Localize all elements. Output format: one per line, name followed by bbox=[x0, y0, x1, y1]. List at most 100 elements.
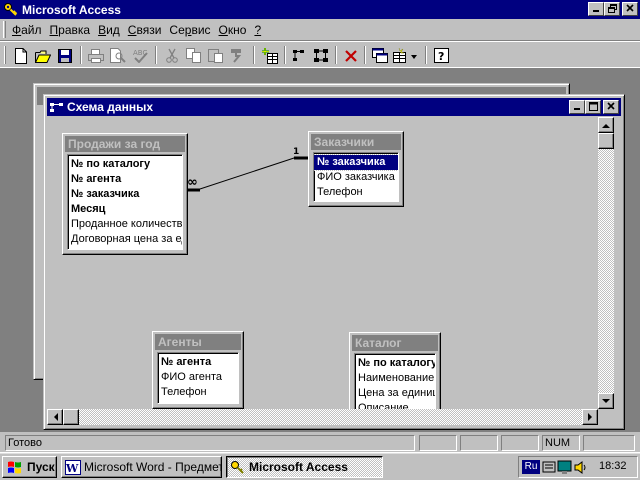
relationships-canvas[interactable]: ∞ 1 Продажи за год № по каталогу № агент… bbox=[47, 117, 603, 409]
field-item[interactable]: Договорная цена за единицу bbox=[68, 232, 182, 247]
menu-tools[interactable]: Сервис bbox=[169, 23, 210, 37]
rel-minimize-button[interactable] bbox=[569, 100, 585, 114]
table-title[interactable]: Заказчики bbox=[311, 134, 401, 150]
minimize-button[interactable] bbox=[588, 2, 604, 16]
field-list[interactable]: № по каталогу № агента № заказчика Месяц… bbox=[67, 154, 183, 250]
relationship-zakazchik[interactable] bbox=[186, 156, 308, 192]
format-painter-button[interactable] bbox=[228, 46, 248, 65]
scroll-up-button[interactable] bbox=[598, 117, 614, 133]
menu-edit[interactable]: Правка bbox=[50, 23, 91, 37]
field-item-selected[interactable]: № заказчика bbox=[314, 154, 398, 171]
close-button[interactable] bbox=[622, 2, 638, 16]
clock[interactable]: 18:32 bbox=[599, 460, 627, 472]
task-access[interactable]: Microsoft Access bbox=[226, 456, 383, 478]
field-item[interactable]: Цена за единицу bbox=[355, 386, 435, 401]
scroll-left-button[interactable] bbox=[47, 409, 63, 425]
horizontal-scroll-thumb[interactable] bbox=[63, 409, 79, 425]
size-grip[interactable] bbox=[598, 409, 614, 425]
menu-window[interactable]: Окно bbox=[219, 23, 247, 37]
show-table-button[interactable] bbox=[260, 46, 280, 65]
field-item[interactable]: Наименование изделия bbox=[355, 371, 435, 386]
rel-maximize-button[interactable] bbox=[585, 100, 601, 114]
arrow-left-icon bbox=[53, 413, 58, 421]
print-button[interactable] bbox=[86, 46, 106, 65]
field-item[interactable]: № агента bbox=[158, 355, 238, 370]
help-button[interactable]: ? bbox=[432, 46, 452, 65]
field-item[interactable]: Описание bbox=[355, 401, 435, 409]
table-title[interactable]: Агенты bbox=[155, 334, 241, 350]
scroll-right-button[interactable] bbox=[582, 409, 598, 425]
relationships-title-bar[interactable]: Схема данных bbox=[47, 98, 621, 116]
save-button[interactable] bbox=[55, 46, 75, 65]
delete-x-icon bbox=[345, 49, 357, 62]
field-item[interactable]: Телефон bbox=[158, 385, 238, 400]
copy-button[interactable] bbox=[184, 46, 204, 65]
save-disk-icon bbox=[58, 48, 72, 63]
app-title-bar[interactable]: Microsoft Access bbox=[0, 0, 640, 19]
database-window-button[interactable] bbox=[370, 46, 390, 65]
open-button[interactable] bbox=[33, 46, 53, 65]
access-key-icon bbox=[231, 460, 244, 474]
menu-file[interactable]: Файл bbox=[12, 23, 42, 37]
spelling-check-icon: ABC bbox=[133, 49, 148, 63]
svg-text:W: W bbox=[65, 462, 79, 475]
speaker-icon[interactable] bbox=[573, 460, 588, 475]
delete-button[interactable] bbox=[341, 46, 361, 65]
menubar-grip[interactable] bbox=[3, 21, 6, 38]
menu-help[interactable]: ? bbox=[254, 23, 261, 37]
status-text: Готово bbox=[5, 435, 415, 451]
menu-window-label: кно bbox=[227, 22, 247, 37]
show-all-relationships-button[interactable] bbox=[311, 46, 331, 65]
new-button[interactable] bbox=[11, 46, 31, 65]
vertical-scroll-thumb[interactable] bbox=[598, 133, 614, 149]
task-word[interactable]: W Microsoft Word - Предметная область bbox=[61, 456, 222, 478]
table-prodazhi[interactable]: Продажи за год № по каталогу № агента № … bbox=[62, 133, 188, 255]
language-indicator[interactable]: Ru bbox=[522, 460, 540, 474]
new-object-button[interactable] bbox=[392, 46, 420, 65]
num-lock-indicator: NUM bbox=[542, 435, 580, 451]
database-window-icon bbox=[372, 48, 388, 63]
table-katalog[interactable]: Каталог № по каталогу Наименование издел… bbox=[349, 332, 441, 409]
windows-logo-icon bbox=[8, 461, 21, 473]
cut-button[interactable] bbox=[162, 46, 182, 65]
menu-view[interactable]: Вид bbox=[98, 23, 120, 37]
field-item[interactable]: ФИО заказчика bbox=[314, 170, 398, 185]
field-item[interactable]: Проданное количество bbox=[68, 217, 182, 232]
close-icon bbox=[607, 102, 615, 110]
access-key-icon bbox=[4, 3, 18, 16]
rel-close-button[interactable] bbox=[603, 100, 619, 114]
field-list[interactable]: № по каталогу Наименование изделия Цена … bbox=[354, 353, 436, 409]
table-title[interactable]: Продажи за год bbox=[65, 136, 185, 152]
table-agenty[interactable]: Агенты № агента ФИО агента Телефон bbox=[152, 331, 244, 409]
word-icon: W bbox=[65, 459, 81, 475]
start-button[interactable]: Пуск bbox=[2, 456, 57, 478]
horizontal-scrollbar[interactable] bbox=[47, 409, 598, 425]
field-item[interactable]: № по каталогу bbox=[68, 157, 182, 172]
field-list[interactable]: № агента ФИО агента Телефон bbox=[157, 352, 239, 404]
toolbar-grip[interactable] bbox=[4, 46, 6, 64]
vertical-scrollbar[interactable] bbox=[598, 117, 614, 409]
field-item[interactable]: Телефон bbox=[314, 185, 398, 200]
table-zakazchiki[interactable]: Заказчики № заказчика ФИО заказчика Теле… bbox=[308, 131, 404, 207]
field-item[interactable]: Месяц bbox=[68, 202, 182, 217]
keyboard-layout-icon[interactable] bbox=[542, 460, 556, 475]
restore-button[interactable] bbox=[604, 2, 620, 16]
scroll-down-button[interactable] bbox=[598, 393, 614, 409]
paste-button[interactable] bbox=[206, 46, 226, 65]
print-preview-button[interactable] bbox=[108, 46, 128, 65]
field-item[interactable]: № по каталогу bbox=[355, 356, 435, 371]
show-direct-relationships-button[interactable] bbox=[289, 46, 309, 65]
field-item[interactable]: № заказчика bbox=[68, 187, 182, 202]
monitor-icon[interactable] bbox=[557, 460, 572, 475]
field-list[interactable]: № заказчика ФИО заказчика Телефон bbox=[313, 152, 399, 202]
menu-relationships[interactable]: Связи bbox=[128, 23, 162, 37]
menu-help-label: ? bbox=[254, 22, 262, 37]
relationships-window: Схема данных ∞ 1 Продажи за год № по кат… bbox=[43, 94, 625, 430]
field-item[interactable]: ФИО агента bbox=[158, 370, 238, 385]
spelling-button[interactable]: ABC bbox=[130, 46, 150, 65]
field-item[interactable]: № агента bbox=[68, 172, 182, 187]
minimize-icon bbox=[574, 108, 580, 110]
table-title[interactable]: Каталог bbox=[352, 335, 438, 351]
scissors-icon bbox=[166, 48, 178, 63]
minimize-icon bbox=[593, 10, 599, 12]
